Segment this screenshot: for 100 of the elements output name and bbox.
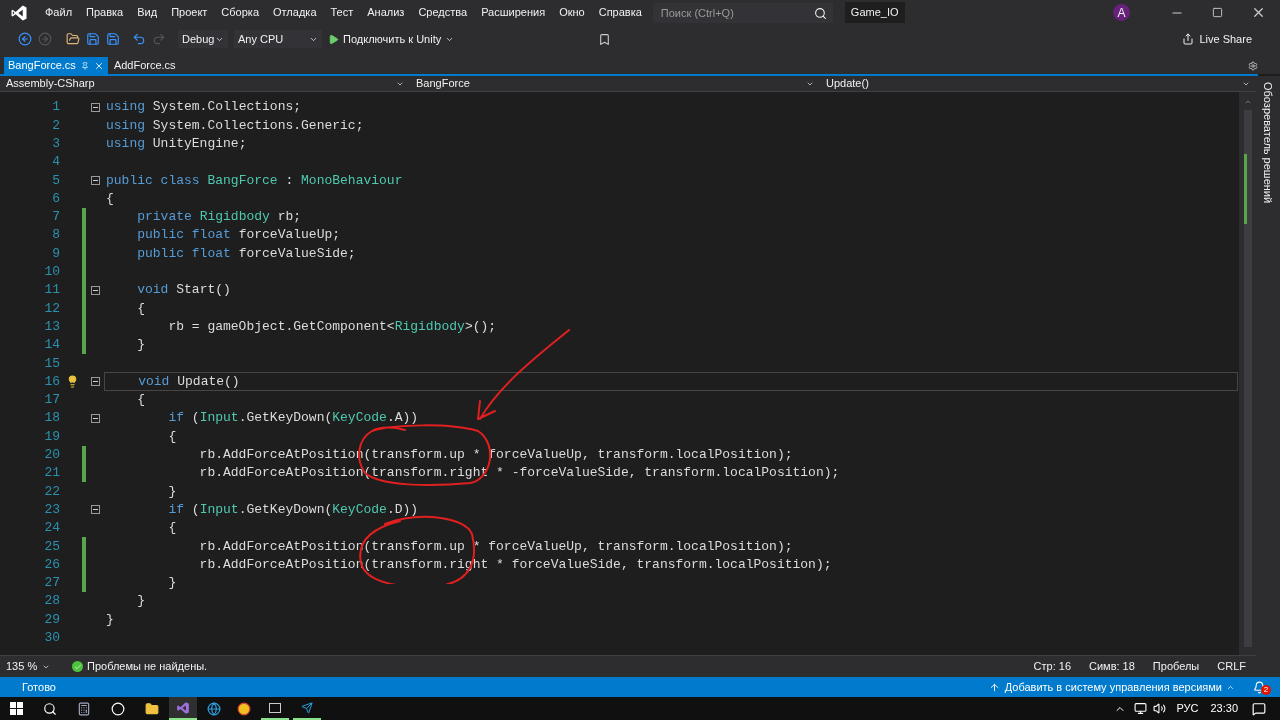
save-all-icon[interactable] <box>106 32 120 46</box>
collapse-icon[interactable] <box>90 413 100 423</box>
code-line: void Start() <box>136 281 231 300</box>
collapse-icon[interactable] <box>90 505 100 515</box>
menu-item[interactable]: Справка <box>591 4 649 21</box>
line-number: 22 <box>43 482 61 501</box>
line-number: 17 <box>43 391 61 410</box>
menu-item[interactable]: Расширения <box>474 4 553 21</box>
configuration-dropdown[interactable]: Debug <box>178 30 228 48</box>
code-line: private Rigidbody rb; <box>136 208 302 227</box>
search-icon[interactable] <box>43 701 57 716</box>
settings-icon[interactable] <box>1248 61 1258 71</box>
code-line: using System.Collections; <box>105 98 302 117</box>
windows-start-icon[interactable] <box>10 702 23 715</box>
play-icon <box>328 33 339 45</box>
menu-item[interactable]: Проект <box>164 4 215 21</box>
whitespace-indicator[interactable]: Пробелы <box>1152 658 1200 675</box>
undo-icon[interactable] <box>132 32 146 46</box>
code-line: } <box>136 592 145 611</box>
code-line: if (Input.GetKeyDown(KeyCode.A)) <box>167 409 419 428</box>
line-number: 15 <box>43 354 61 373</box>
collapse-icon[interactable] <box>90 285 100 295</box>
action-center-icon[interactable] <box>1252 701 1266 716</box>
menu-item[interactable]: Вид <box>130 4 165 21</box>
line-number: 16 <box>43 372 61 391</box>
folder-icon[interactable] <box>145 701 159 716</box>
volume-icon[interactable] <box>1153 702 1167 715</box>
class-dropdown[interactable]: BangForce <box>410 75 820 92</box>
line-number: 4 <box>51 153 61 172</box>
line-number: 7 <box>51 208 61 227</box>
source-control-link[interactable]: Добавить в систему управления версиями <box>1004 678 1222 696</box>
column-indicator[interactable]: Симв: 18 <box>1089 658 1135 675</box>
menu-item[interactable]: Средства <box>411 4 475 21</box>
line-number: 5 <box>51 171 61 190</box>
code-line: public class BangForce : MonoBehaviour <box>105 171 403 190</box>
line-number: 8 <box>51 226 61 245</box>
search-icon[interactable] <box>813 6 827 20</box>
zoom-dropdown[interactable]: 135 % <box>0 658 56 675</box>
code-line: } <box>105 610 114 629</box>
line-number: 10 <box>43 263 61 282</box>
menu-item[interactable]: Файл <box>38 4 80 21</box>
code-line: public float forceValueSide; <box>136 244 356 263</box>
back-icon[interactable] <box>18 32 32 46</box>
file-tab[interactable]: AddForce.cs <box>107 57 182 74</box>
collapse-icon[interactable] <box>90 175 100 185</box>
problems-status[interactable]: Проблемы не найдены. <box>87 658 208 675</box>
code-line: { <box>167 519 177 538</box>
file-tab[interactable]: BangForce.cs <box>4 57 108 74</box>
round-browser-icon[interactable] <box>237 701 251 716</box>
circle-icon[interactable] <box>111 701 125 716</box>
open-folder-icon[interactable] <box>66 32 80 46</box>
menu-item[interactable]: Тест <box>323 4 361 21</box>
menu-item[interactable]: Правка <box>79 4 131 21</box>
paper-plane-icon <box>301 701 313 714</box>
code-line: } <box>136 336 145 355</box>
browser-icon[interactable] <box>207 701 221 716</box>
project-dropdown[interactable]: Assembly-CSharp <box>0 75 410 92</box>
menu-item[interactable]: Анализ <box>360 4 412 21</box>
line-number: 9 <box>51 244 61 263</box>
menu-item[interactable]: Сборка <box>214 4 266 21</box>
restore-icon[interactable] <box>1212 7 1223 18</box>
line-number: 12 <box>43 299 61 318</box>
calculator-icon[interactable] <box>77 701 91 716</box>
notifications-icon[interactable] <box>1253 680 1266 694</box>
window-icon <box>269 702 281 713</box>
line-number: 11 <box>43 281 61 300</box>
collapse-icon[interactable] <box>90 377 100 387</box>
network-icon[interactable] <box>1134 702 1148 715</box>
code-line: { <box>105 189 114 208</box>
line-number: 21 <box>43 464 61 483</box>
live-share-button[interactable]: Live Share <box>1182 30 1252 48</box>
menu-item[interactable]: Окно <box>552 4 592 21</box>
side-panel-tab[interactable]: Обозреватель решений <box>1256 76 1280 677</box>
line-number: 2 <box>51 116 61 135</box>
code-line: { <box>136 391 145 410</box>
arrow-up-icon <box>988 681 1000 693</box>
line-number: 3 <box>51 135 61 153</box>
scroll-up-icon[interactable] <box>1243 98 1252 106</box>
close-icon[interactable] <box>1251 5 1266 20</box>
bookmark-icon[interactable] <box>598 32 612 46</box>
collapse-icon[interactable] <box>90 102 100 112</box>
line-number: 30 <box>43 629 61 647</box>
account-avatar[interactable]: A <box>1113 4 1130 21</box>
platform-dropdown[interactable]: Any CPU <box>234 30 322 48</box>
line-indicator[interactable]: Стр: 16 <box>1033 658 1071 675</box>
taskbar-app-button[interactable] <box>169 697 197 720</box>
scrollbar[interactable] <box>1239 92 1256 655</box>
language-indicator[interactable]: РУС <box>1176 700 1199 717</box>
member-dropdown[interactable]: Update() <box>820 75 1256 92</box>
code-line: void Update() <box>137 372 240 391</box>
menu-item[interactable]: Отладка <box>266 4 324 21</box>
clock[interactable]: 23:30 <box>1210 700 1238 717</box>
search-field[interactable]: Поиск (Ctrl+Q) <box>652 2 833 23</box>
pin-icon[interactable] <box>80 61 89 70</box>
line-number: 14 <box>43 336 61 355</box>
run-button[interactable]: Подключить к Unity <box>328 30 455 48</box>
code-line: using UnityEngine; <box>105 135 247 153</box>
visual-studio-logo-icon <box>176 700 190 715</box>
save-icon[interactable] <box>86 32 100 46</box>
line-endings-indicator[interactable]: CRLF <box>1217 658 1246 675</box>
